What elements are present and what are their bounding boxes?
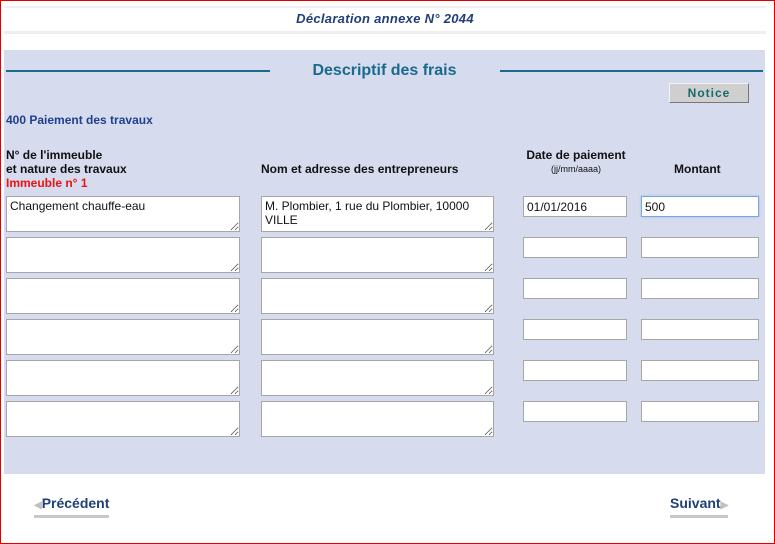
montant-field[interactable] (641, 196, 759, 217)
subsection-title: 400 Paiement des travaux (6, 113, 153, 127)
triangle-right-icon: ▶ (720, 500, 729, 511)
entrepreneur-field[interactable] (261, 196, 494, 232)
montant-field[interactable] (641, 360, 759, 381)
entrepreneur-field[interactable] (261, 278, 494, 314)
column-header-montant: Montant (674, 162, 721, 176)
entrepreneur-field[interactable] (261, 319, 494, 355)
column-header-immeuble: N° de l'immeuble et nature des travaux I… (6, 148, 127, 190)
column-header-line1: N° de l'immeuble (6, 148, 103, 162)
column-header-date: Date de paiement (jj/mm/aaaa) (521, 148, 631, 176)
date-paiement-field[interactable] (523, 278, 627, 299)
entrepreneur-field[interactable] (261, 360, 494, 396)
nature-travaux-field[interactable] (6, 360, 240, 396)
date-paiement-field[interactable] (523, 401, 627, 422)
notice-button[interactable]: Notice (669, 83, 749, 103)
montant-field[interactable] (641, 319, 759, 340)
page-title: Déclaration annexe N° 2044 (4, 6, 766, 34)
immeuble-label: Immeuble n° 1 (6, 176, 88, 190)
next-button[interactable]: Suivant▶ (670, 495, 729, 518)
triangle-left-icon: ◀ (34, 500, 42, 511)
nature-travaux-field[interactable] (6, 196, 240, 232)
section-title: Descriptif des frais (312, 62, 457, 79)
previous-label: Précédent (41, 495, 110, 511)
column-header-line2: et nature des travaux (6, 162, 127, 176)
date-format-hint: (jj/mm/aaaa) (550, 164, 601, 174)
column-header-date-label: Date de paiement (526, 148, 626, 162)
montant-field[interactable] (641, 278, 759, 299)
previous-button[interactable]: ◀Précédent (34, 495, 110, 518)
entrepreneur-field[interactable] (261, 401, 494, 437)
form-panel: Descriptif des frais Notice 400 Paiement… (4, 50, 765, 474)
date-paiement-field[interactable] (523, 237, 627, 258)
date-paiement-field[interactable] (523, 319, 627, 340)
nature-travaux-field[interactable] (6, 278, 240, 314)
nature-travaux-field[interactable] (6, 319, 240, 355)
date-paiement-field[interactable] (523, 196, 627, 217)
nature-travaux-field[interactable] (6, 237, 240, 273)
montant-field[interactable] (641, 237, 759, 258)
montant-field[interactable] (641, 401, 759, 422)
entrepreneur-field[interactable] (261, 237, 494, 273)
nature-travaux-field[interactable] (6, 401, 240, 437)
date-paiement-field[interactable] (523, 360, 627, 381)
column-header-entrepreneurs: Nom et adresse des entrepreneurs (261, 162, 459, 176)
next-label: Suivant (670, 495, 721, 511)
